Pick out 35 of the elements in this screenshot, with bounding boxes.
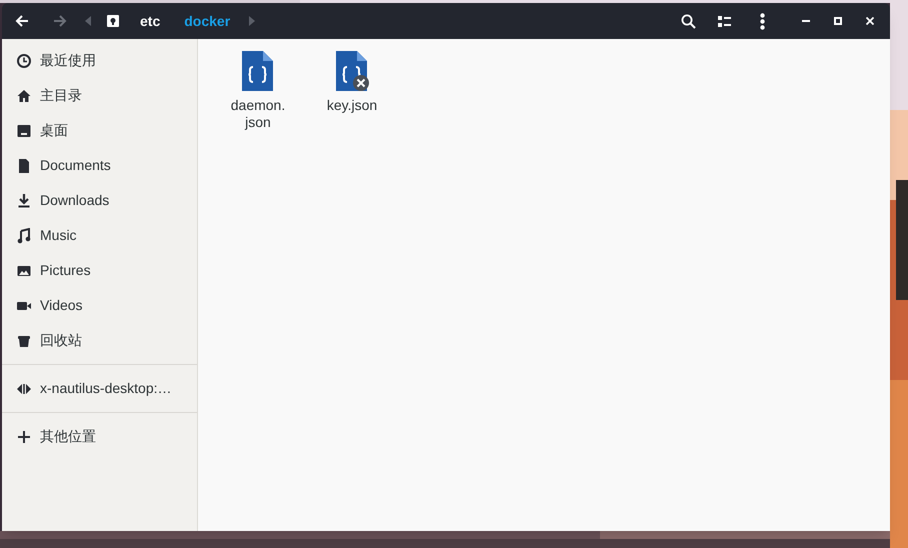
caret-left-icon xyxy=(85,16,91,26)
plus-icon xyxy=(16,428,32,444)
minimize-icon xyxy=(802,20,810,22)
sidebar-item[interactable]: 回收站 xyxy=(2,323,197,358)
path-button[interactable]: etc xyxy=(128,3,172,39)
unreadable-emblem-icon xyxy=(353,75,369,91)
menu-icon xyxy=(760,12,764,30)
back-arrow-icon xyxy=(14,13,30,29)
close-icon xyxy=(866,17,874,25)
sidebar-item[interactable]: Pictures xyxy=(2,253,197,288)
sidebar-item[interactable]: 其他位置 xyxy=(2,419,197,454)
maximize-icon xyxy=(834,17,842,25)
desktop-icon xyxy=(16,122,32,138)
sidebar-item[interactable]: 最近使用 xyxy=(2,43,197,78)
caret-right-icon xyxy=(249,16,256,26)
sidebar-item[interactable]: 主目录 xyxy=(2,78,197,113)
file-name: key.json xyxy=(326,97,378,114)
sidebar-item[interactable]: Music xyxy=(2,218,197,253)
file-item[interactable]: key.json xyxy=(308,47,396,114)
sidebar-item[interactable]: Downloads xyxy=(2,183,197,218)
sidebar-item[interactable]: x-nautilus-desktop:… xyxy=(2,371,197,406)
home-icon xyxy=(16,88,32,104)
forward-arrow-icon xyxy=(52,13,68,29)
list-view-icon xyxy=(718,16,730,26)
sidebar-item[interactable]: Videos xyxy=(2,288,197,323)
download-icon xyxy=(16,192,32,208)
search-icon xyxy=(680,14,696,28)
file-item[interactable]: daemon. json xyxy=(214,47,302,131)
path-button[interactable]: docker xyxy=(172,3,242,39)
sidebar-item[interactable]: 桌面 xyxy=(2,113,197,148)
document-icon xyxy=(16,158,32,174)
music-note-icon xyxy=(16,228,32,244)
clock-icon xyxy=(16,52,32,68)
file-name: daemon. json xyxy=(230,97,286,131)
sidebar-item[interactable]: Documents xyxy=(2,148,197,183)
